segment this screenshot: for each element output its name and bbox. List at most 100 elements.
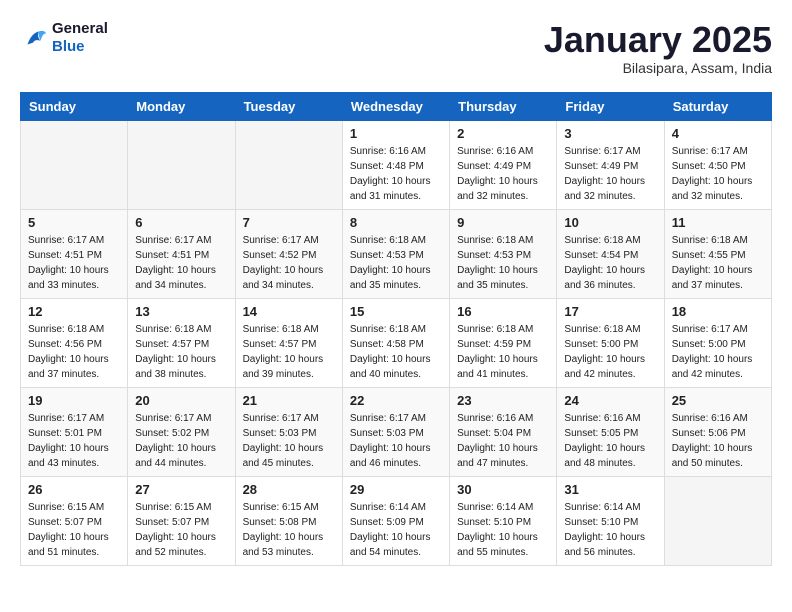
day-info: Sunrise: 6:17 AMSunset: 4:49 PMDaylight:… — [564, 144, 656, 204]
day-info: Sunrise: 6:14 AMSunset: 5:10 PMDaylight:… — [564, 500, 656, 560]
day-info: Sunrise: 6:17 AMSunset: 4:52 PMDaylight:… — [243, 233, 335, 293]
day-info: Sunrise: 6:16 AMSunset: 5:06 PMDaylight:… — [672, 411, 764, 471]
calendar-cell: 4Sunrise: 6:17 AMSunset: 4:50 PMDaylight… — [664, 120, 771, 209]
title-section: January 2025 Bilasipara, Assam, India — [544, 20, 772, 76]
day-number: 23 — [457, 393, 549, 408]
day-number: 20 — [135, 393, 227, 408]
logo-icon — [20, 24, 48, 52]
day-number: 16 — [457, 304, 549, 319]
calendar-cell: 14 Sunrise: 6:18 AMSunset: 4:57 PMDayligh… — [235, 298, 342, 387]
weekday-header: Tuesday — [235, 92, 342, 120]
day-info: Sunrise: 6:18 AMSunset: 4:53 PMDaylight:… — [457, 233, 549, 293]
calendar-table: SundayMondayTuesdayWednesdayThursdayFrid… — [20, 92, 772, 566]
calendar-week-row: 19 Sunrise: 6:17 AMSunset: 5:01 PMDayligh… — [21, 387, 772, 476]
day-info: Sunrise: 6:17 AMSunset: 4:51 PMDaylight:… — [135, 233, 227, 293]
day-info: Sunrise: 6:17 AMSunset: 4:51 PMDaylight:… — [28, 233, 120, 293]
day-number: 5 — [28, 215, 120, 230]
calendar-week-row: 12 Sunrise: 6:18 AMSunset: 4:56 PMDayligh… — [21, 298, 772, 387]
calendar-cell: 6Sunrise: 6:17 AMSunset: 4:51 PMDaylight… — [128, 209, 235, 298]
logo-text: General Blue — [52, 20, 108, 56]
calendar-cell: 25 Sunrise: 6:16 AMSunset: 5:06 PMDayligh… — [664, 387, 771, 476]
calendar-cell: 3 Sunrise: 6:17 AMSunset: 4:49 PMDaylight… — [557, 120, 664, 209]
day-info: Sunrise: 6:18 AMSunset: 4:58 PMDaylight:… — [350, 322, 442, 382]
day-number: 30 — [457, 482, 549, 497]
calendar-cell: 28 Sunrise: 6:15 AMSunset: 5:08 PMDayligh… — [235, 476, 342, 565]
calendar-cell: 19 Sunrise: 6:17 AMSunset: 5:01 PMDayligh… — [21, 387, 128, 476]
day-info: Sunrise: 6:14 AMSunset: 5:10 PMDaylight:… — [457, 500, 549, 560]
day-number: 12 — [28, 304, 120, 319]
calendar-cell: 20 Sunrise: 6:17 AMSunset: 5:02 PMDayligh… — [128, 387, 235, 476]
calendar-cell — [128, 120, 235, 209]
weekday-header: Friday — [557, 92, 664, 120]
calendar-cell: 27Sunrise: 6:15 AMSunset: 5:07 PMDayligh… — [128, 476, 235, 565]
day-info: Sunrise: 6:17 AMSunset: 4:50 PMDaylight:… — [672, 144, 764, 204]
day-info: Sunrise: 6:18 AMSunset: 4:59 PMDaylight:… — [457, 322, 549, 382]
calendar-week-row: 1 Sunrise: 6:16 AMSunset: 4:48 PMDaylight… — [21, 120, 772, 209]
calendar-cell: 30 Sunrise: 6:14 AMSunset: 5:10 PMDayligh… — [450, 476, 557, 565]
day-number: 15 — [350, 304, 442, 319]
day-number: 8 — [350, 215, 442, 230]
calendar-week-row: 26 Sunrise: 6:15 AMSunset: 5:07 PMDayligh… — [21, 476, 772, 565]
day-number: 13 — [135, 304, 227, 319]
day-info: Sunrise: 6:15 AMSunset: 5:07 PMDaylight:… — [28, 500, 120, 560]
calendar-cell: 1 Sunrise: 6:16 AMSunset: 4:48 PMDaylight… — [342, 120, 449, 209]
day-info: Sunrise: 6:18 AMSunset: 4:56 PMDaylight:… — [28, 322, 120, 382]
calendar-cell: 26 Sunrise: 6:15 AMSunset: 5:07 PMDayligh… — [21, 476, 128, 565]
calendar-cell: 24Sunrise: 6:16 AMSunset: 5:05 PMDayligh… — [557, 387, 664, 476]
day-info: Sunrise: 6:16 AMSunset: 5:05 PMDaylight:… — [564, 411, 656, 471]
day-number: 7 — [243, 215, 335, 230]
day-info: Sunrise: 6:16 AMSunset: 5:04 PMDaylight:… — [457, 411, 549, 471]
day-number: 17 — [564, 304, 656, 319]
day-number: 26 — [28, 482, 120, 497]
day-number: 11 — [672, 215, 764, 230]
calendar-cell: 31Sunrise: 6:14 AMSunset: 5:10 PMDayligh… — [557, 476, 664, 565]
day-info: Sunrise: 6:18 AMSunset: 4:55 PMDaylight:… — [672, 233, 764, 293]
day-info: Sunrise: 6:15 AMSunset: 5:08 PMDaylight:… — [243, 500, 335, 560]
day-number: 28 — [243, 482, 335, 497]
calendar-cell: 21Sunrise: 6:17 AMSunset: 5:03 PMDayligh… — [235, 387, 342, 476]
day-number: 1 — [350, 126, 442, 141]
day-info: Sunrise: 6:17 AMSunset: 5:02 PMDaylight:… — [135, 411, 227, 471]
day-info: Sunrise: 6:15 AMSunset: 5:07 PMDaylight:… — [135, 500, 227, 560]
calendar-cell: 10Sunrise: 6:18 AMSunset: 4:54 PMDayligh… — [557, 209, 664, 298]
day-number: 29 — [350, 482, 442, 497]
day-number: 19 — [28, 393, 120, 408]
calendar-cell: 17 Sunrise: 6:18 AMSunset: 5:00 PMDayligh… — [557, 298, 664, 387]
day-info: Sunrise: 6:16 AMSunset: 4:48 PMDaylight:… — [350, 144, 442, 204]
calendar-cell — [664, 476, 771, 565]
weekday-header: Sunday — [21, 92, 128, 120]
day-info: Sunrise: 6:18 AMSunset: 4:57 PMDaylight:… — [243, 322, 335, 382]
calendar-cell: 18Sunrise: 6:17 AMSunset: 5:00 PMDayligh… — [664, 298, 771, 387]
month-title: January 2025 — [544, 20, 772, 60]
day-info: Sunrise: 6:17 AMSunset: 5:03 PMDaylight:… — [350, 411, 442, 471]
calendar-cell: 5 Sunrise: 6:17 AMSunset: 4:51 PMDaylight… — [21, 209, 128, 298]
logo: General Blue — [20, 20, 108, 56]
calendar-cell — [235, 120, 342, 209]
day-number: 25 — [672, 393, 764, 408]
weekday-header: Thursday — [450, 92, 557, 120]
day-info: Sunrise: 6:14 AMSunset: 5:09 PMDaylight:… — [350, 500, 442, 560]
calendar-cell: 9 Sunrise: 6:18 AMSunset: 4:53 PMDaylight… — [450, 209, 557, 298]
calendar-cell: 7 Sunrise: 6:17 AMSunset: 4:52 PMDaylight… — [235, 209, 342, 298]
calendar-cell: 2Sunrise: 6:16 AMSunset: 4:49 PMDaylight… — [450, 120, 557, 209]
calendar-cell: 11 Sunrise: 6:18 AMSunset: 4:55 PMDayligh… — [664, 209, 771, 298]
calendar-cell: 23 Sunrise: 6:16 AMSunset: 5:04 PMDayligh… — [450, 387, 557, 476]
day-info: Sunrise: 6:17 AMSunset: 5:01 PMDaylight:… — [28, 411, 120, 471]
day-number: 21 — [243, 393, 335, 408]
day-number: 9 — [457, 215, 549, 230]
calendar-cell: 12 Sunrise: 6:18 AMSunset: 4:56 PMDayligh… — [21, 298, 128, 387]
day-number: 3 — [564, 126, 656, 141]
day-number: 14 — [243, 304, 335, 319]
calendar-header-row: SundayMondayTuesdayWednesdayThursdayFrid… — [21, 92, 772, 120]
day-info: Sunrise: 6:18 AMSunset: 4:57 PMDaylight:… — [135, 322, 227, 382]
day-number: 22 — [350, 393, 442, 408]
calendar-cell: 16 Sunrise: 6:18 AMSunset: 4:59 PMDayligh… — [450, 298, 557, 387]
calendar-cell — [21, 120, 128, 209]
day-number: 2 — [457, 126, 549, 141]
day-info: Sunrise: 6:18 AMSunset: 4:53 PMDaylight:… — [350, 233, 442, 293]
day-info: Sunrise: 6:18 AMSunset: 5:00 PMDaylight:… — [564, 322, 656, 382]
day-info: Sunrise: 6:18 AMSunset: 4:54 PMDaylight:… — [564, 233, 656, 293]
location-text: Bilasipara, Assam, India — [544, 60, 772, 76]
page-header: General Blue January 2025 Bilasipara, As… — [20, 20, 772, 76]
day-number: 18 — [672, 304, 764, 319]
